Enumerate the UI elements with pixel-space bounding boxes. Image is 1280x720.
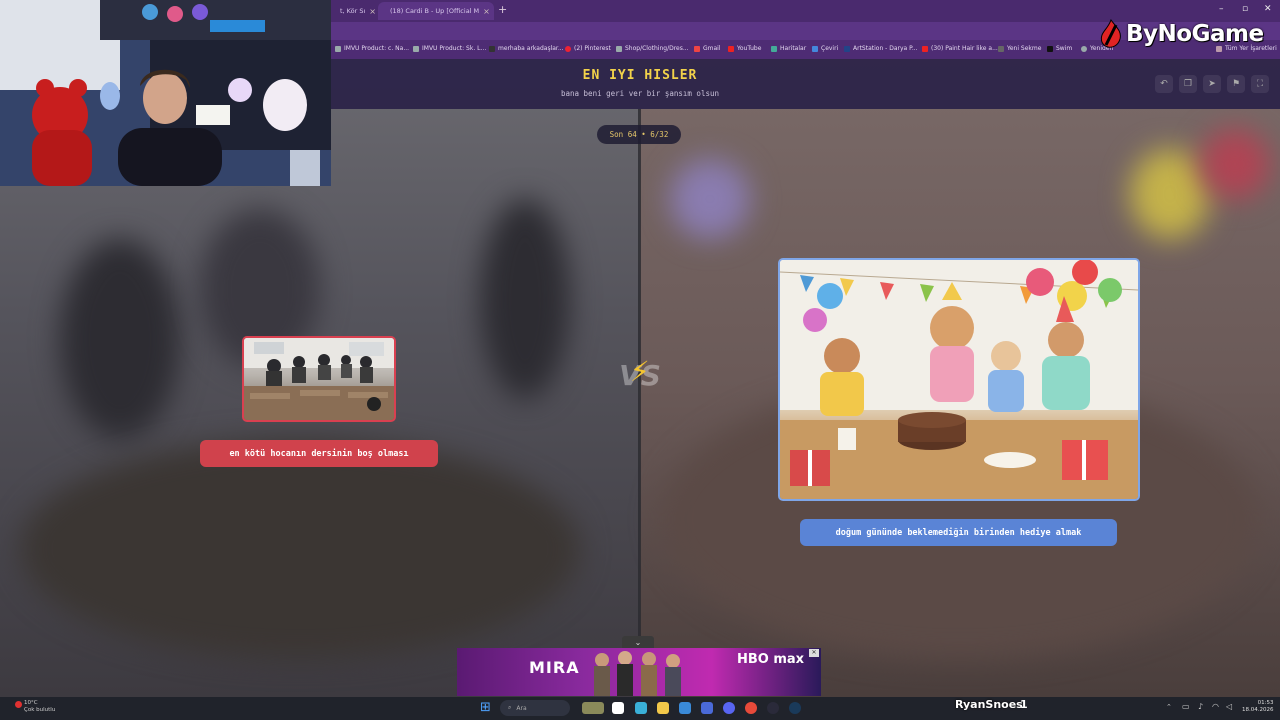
browser-tab-active[interactable]: (18) Cardi B - Up [Official M × (378, 2, 494, 20)
bookmark-item[interactable]: Haritalar (771, 45, 806, 52)
flag-icon[interactable]: ⚑ (1227, 75, 1245, 93)
chrome-icon[interactable] (745, 702, 757, 714)
volume-icon[interactable]: ◁ (1226, 702, 1232, 711)
bookmark-item[interactable]: IMVU Product: c. Na... (335, 45, 409, 52)
tab-label: t, Kör Sı (340, 7, 366, 15)
maps-icon (771, 45, 777, 52)
bookmark-item[interactable]: Gmail (694, 45, 721, 52)
bynogame-logo: ByNoGame (1098, 14, 1264, 54)
bookmark-icon (413, 45, 419, 52)
gmail-icon (694, 45, 700, 52)
bookmark-item[interactable]: (2) Pinterest (565, 45, 611, 52)
stream-username: RyanSnoes (955, 698, 1023, 711)
bookmark-item[interactable]: Yeni Sekme (998, 45, 1041, 52)
task-view-icon[interactable] (612, 702, 624, 714)
close-window-icon[interactable]: ✕ (1264, 4, 1272, 14)
left-option-label[interactable]: en kötü hocanın dersinin boş olması (200, 440, 438, 467)
right-option-image[interactable] (778, 258, 1140, 501)
birthday-party-illustration (780, 260, 1138, 499)
chevron-down-icon: ⌄ (634, 637, 642, 647)
store-icon[interactable] (679, 702, 691, 714)
search-icon: ⌕ (508, 704, 512, 711)
app-icon[interactable] (767, 702, 779, 714)
taskbar-search[interactable]: ⌕ Ara (500, 700, 570, 716)
minimize-icon[interactable]: – (1219, 4, 1224, 14)
discord-icon[interactable] (723, 702, 735, 714)
new-tab-icon[interactable]: + (498, 3, 507, 16)
bookmark-item[interactable]: ArtStation - Darya P... (844, 45, 918, 52)
edge-icon[interactable] (635, 702, 647, 714)
bookmark-icon (335, 45, 341, 52)
system-clock[interactable]: 01:53 18.04.2026 (1242, 700, 1274, 714)
close-icon[interactable]: × (483, 7, 490, 16)
browser-tab[interactable]: t, Kör Sı × (332, 2, 378, 20)
windows-taskbar: 10°C Çok bulutlu ⊞ ⌕ Ara RyanSnoes 1 ⌃ ▭… (0, 697, 1280, 720)
close-icon[interactable]: × (369, 7, 376, 16)
globe-icon (1081, 45, 1087, 52)
webcam-overlay (0, 0, 331, 186)
maximize-icon[interactable]: ▫ (1242, 4, 1248, 14)
copy-icon[interactable]: ❐ (1179, 75, 1197, 93)
bookmark-item[interactable]: Shop/Clothing/Dres... (616, 45, 689, 52)
ad-brand: HBO max (737, 652, 805, 667)
search-placeholder: Ara (516, 704, 527, 712)
bookmark-icon (998, 45, 1004, 52)
share-icon[interactable]: ➤ (1203, 75, 1221, 93)
weather-temp: 10°C (24, 700, 38, 706)
bookmark-item[interactable]: YouTube (728, 45, 761, 52)
left-option-image[interactable] (242, 336, 396, 422)
bookmark-item[interactable]: Çeviri (812, 45, 838, 52)
ad-title: MIRA (529, 658, 580, 677)
ad-collapse-button[interactable]: ⌄ (622, 636, 654, 648)
logo-text: ByNoGame (1126, 21, 1264, 47)
weather-alert-icon (15, 701, 22, 708)
youtube-icon (728, 45, 734, 52)
windows-start-icon[interactable]: ⊞ (480, 701, 491, 715)
stream-count: 1 (1020, 698, 1028, 711)
microphone-icon[interactable]: ♪ (1198, 702, 1203, 711)
bookmark-icon (616, 45, 622, 52)
fullscreen-icon[interactable]: ⛶ (1251, 75, 1269, 93)
artstation-icon (844, 45, 850, 52)
clock-date: 18.04.2026 (1242, 707, 1274, 713)
youtube-icon (922, 45, 928, 52)
ad-people-image (594, 651, 681, 696)
steam-icon[interactable] (789, 702, 801, 714)
wifi-icon[interactable]: ◠ (1212, 702, 1219, 711)
chevron-up-icon[interactable]: ⌃ (1166, 703, 1172, 711)
bookmark-icon (489, 45, 495, 52)
round-indicator: Son 64 • 6/32 (597, 125, 681, 144)
pinterest-icon (565, 45, 571, 52)
bookmark-item[interactable]: merhaba arkadaşlar... (489, 45, 564, 52)
file-explorer-icon[interactable] (657, 702, 669, 714)
streamer-webcam-image (0, 0, 331, 186)
ad-close-icon[interactable]: ✕ (809, 649, 819, 657)
bookmark-item[interactable]: (30) Paint Hair like a... (922, 45, 998, 52)
flame-icon (1098, 18, 1124, 49)
advertisement-banner[interactable]: MIRA HBO max ✕ (457, 648, 821, 696)
undo-icon[interactable]: ↶ (1155, 75, 1173, 93)
tab-label: (18) Cardi B - Up [Official M (390, 7, 480, 15)
bookmark-item[interactable]: IMVU Product: Sk. L... (413, 45, 486, 52)
right-option-label[interactable]: doğum gününde beklemediğin birinden hedi… (800, 519, 1117, 546)
weather-desc: Çok bulutlu (24, 707, 56, 713)
mail-icon[interactable] (701, 702, 713, 714)
bookmark-item[interactable]: Swim (1047, 45, 1072, 52)
network-icon[interactable]: ▭ (1182, 702, 1190, 711)
bookmark-icon (1047, 45, 1053, 52)
weather-widget[interactable]: 10°C Çok bulutlu (24, 700, 55, 714)
lightning-icon: ⚡ (630, 355, 650, 388)
clock-time: 01:53 (1257, 700, 1274, 706)
widget-icon[interactable] (582, 702, 604, 714)
classroom-illustration (244, 338, 394, 420)
screen: EN IYI HISLER bana beni geri ver bir şan… (0, 0, 1280, 720)
translate-icon (812, 45, 818, 52)
